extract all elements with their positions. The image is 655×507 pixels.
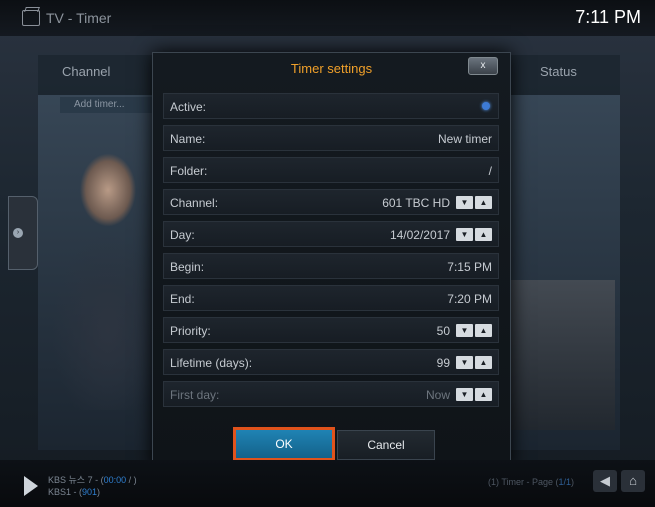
now-playing-channel-suffix: ) [97,487,101,497]
field-day[interactable]: Day: 14/02/2017 ▼ ▲ [163,221,499,247]
field-label: Name: [170,132,206,146]
cancel-button[interactable]: Cancel [337,430,435,460]
field-label: End: [170,292,195,306]
field-label: Folder: [170,164,208,178]
spin-control: ▼ ▲ [456,196,492,209]
spin-down-icon[interactable]: ▼ [456,324,473,337]
page-info-suffix: ) [571,477,575,487]
now-playing-channel-number: 901 [82,487,98,497]
home-icon[interactable]: ⌂ [621,470,645,492]
dialog-title: Timer settings [290,61,373,76]
spin-control: ▼ ▲ [456,324,492,337]
field-label: Lifetime (days): [170,356,253,370]
field-value: New timer [437,132,492,146]
spin-down-icon[interactable]: ▼ [456,196,473,209]
back-arrow-icon[interactable]: ◀ [593,470,617,492]
spin-control: ▼ ▲ [456,388,492,401]
field-value: 7:20 PM [447,292,492,306]
play-icon[interactable] [24,476,38,496]
add-timer-item[interactable]: Add timer... [60,97,156,113]
now-playing-channel: KBS1 - (901) [48,487,100,497]
field-label: Begin: [170,260,205,274]
field-lifetime[interactable]: Lifetime (days): 99 ▼ ▲ [163,349,499,375]
field-value: 99 [436,356,450,370]
field-end[interactable]: End: 7:20 PM [163,285,499,311]
field-active[interactable]: Active: [163,93,499,119]
tv-icon [22,10,40,26]
field-value: 50 [436,324,450,338]
spin-up-icon: ▲ [475,388,492,401]
spin-up-icon[interactable]: ▲ [475,228,492,241]
field-name[interactable]: Name: New timer [163,125,499,151]
spin-down-icon[interactable]: ▼ [456,356,473,369]
column-status: Status [540,64,577,79]
top-bar: TV - Timer 7:11 PM [0,0,655,36]
now-playing-channel-text: KBS1 - ( [48,487,83,497]
spin-control: ▼ ▲ [456,356,492,369]
field-label: First day: [170,388,220,402]
field-value: 601 TBC HD [382,196,450,210]
page-info-text: (1) Timer - Page ( [488,477,559,487]
side-menu-arrow-icon[interactable]: › [13,228,23,238]
ok-button[interactable]: OK [233,427,335,461]
column-channel: Channel [62,64,111,79]
field-begin[interactable]: Begin: 7:15 PM [163,253,499,279]
screen: Channel Status Add timer... › TV - Timer… [0,0,655,507]
now-playing-title-text: KBS 뉴스 7 - ( [48,475,104,485]
spin-up-icon[interactable]: ▲ [475,324,492,337]
page-info-page: 1/1 [558,477,572,487]
field-value: 7:15 PM [447,260,492,274]
field-value: Now [425,388,450,402]
field-first-day: First day: Now ▼ ▲ [163,381,499,407]
field-value: / [488,164,492,178]
close-button[interactable]: x [468,57,498,75]
field-channel[interactable]: Channel: 601 TBC HD ▼ ▲ [163,189,499,215]
field-value: 14/02/2017 [389,228,450,242]
spin-up-icon[interactable]: ▲ [475,196,492,209]
field-folder[interactable]: Folder: / [163,157,499,183]
field-label: Channel: [170,196,219,210]
field-label: Day: [170,228,195,242]
window-title: TV - Timer [46,10,112,26]
radio-icon[interactable] [482,102,490,110]
now-playing-time: 00:00 [103,475,127,485]
spin-control: ▼ ▲ [456,228,492,241]
timer-settings-dialog: Timer settings x Active: Name: New timer… [152,52,511,469]
clock: 7:11 PM [575,7,641,27]
field-label: Active: [170,100,207,114]
spin-down-icon[interactable]: ▼ [456,228,473,241]
now-playing-title: KBS 뉴스 7 - (00:00 / ) [48,473,137,486]
spin-up-icon[interactable]: ▲ [475,356,492,369]
background-image [48,80,158,410]
field-priority[interactable]: Priority: 50 ▼ ▲ [163,317,499,343]
field-label: Priority: [170,324,211,338]
page-info: (1) Timer - Page (1/1) [488,477,574,487]
now-playing-title-suffix: / ) [126,475,137,485]
spin-down-icon: ▼ [456,388,473,401]
